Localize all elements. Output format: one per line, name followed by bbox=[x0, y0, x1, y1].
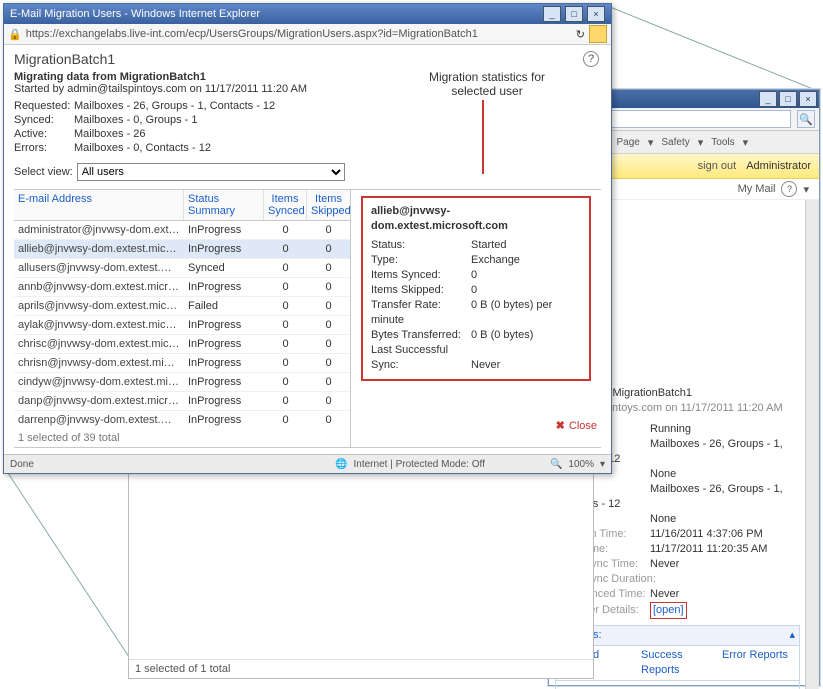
globe-icon: 🌐 bbox=[335, 459, 347, 470]
minimize-button[interactable]: _ bbox=[759, 91, 777, 107]
dialog-title: E-Mail Migration Users - Windows Interne… bbox=[10, 8, 260, 20]
table-row[interactable]: darrenp@jnvwsy-dom.extest.microsoft.comI… bbox=[14, 411, 350, 429]
rep-error[interactable]: Error Reports bbox=[718, 646, 799, 680]
summary-stats: Requested:Mailboxes - 26, Groups - 1, Co… bbox=[14, 99, 601, 155]
col-email[interactable]: E-mail Address bbox=[14, 190, 184, 220]
user-detail-box: allieb@jnvwsy-dom.extest.microsoft.com S… bbox=[361, 196, 591, 381]
col-summary[interactable]: Status Summary bbox=[184, 190, 264, 220]
fragment-selection: 1 selected of 1 total bbox=[129, 659, 593, 678]
rep-success[interactable]: Success Reports bbox=[637, 646, 718, 680]
maximize-button[interactable]: □ bbox=[779, 91, 797, 107]
status-done: Done bbox=[4, 459, 270, 470]
col-skipped[interactable]: Items Skipped bbox=[307, 190, 350, 220]
table-row[interactable]: cindyw@jnvwsy-dom.extest.microsoft.comIn… bbox=[14, 373, 350, 392]
address-bar: 🔒 https://exchangelabs.live-int.com/ecp/… bbox=[4, 24, 611, 45]
url-text[interactable]: https://exchangelabs.live-int.com/ecp/Us… bbox=[26, 28, 572, 40]
table-row[interactable]: aprils@jnvwsy-dom.extest.microsoft.comFa… bbox=[14, 297, 350, 316]
collapse-icon[interactable]: ▴ bbox=[789, 628, 795, 643]
menu-safety[interactable]: Safety bbox=[661, 137, 689, 148]
status-zoom: 100% bbox=[568, 459, 594, 470]
dlg-max-button[interactable]: □ bbox=[565, 6, 583, 22]
mymail-link[interactable]: My Mail bbox=[738, 183, 776, 195]
table-row[interactable]: danp@jnvwsy-dom.extest.microsoft.comInPr… bbox=[14, 392, 350, 411]
callout-line bbox=[482, 100, 484, 174]
select-view-label: Select view: bbox=[14, 166, 73, 178]
scrollbar[interactable] bbox=[805, 200, 819, 689]
table-row[interactable]: administrator@jnvwsy-dom.extest.microsof… bbox=[14, 221, 350, 240]
user-label: Administrator bbox=[746, 160, 811, 172]
detail-title: allieb@jnvwsy-dom.extest.microsoft.com bbox=[371, 204, 581, 234]
reports-empty: There are no items to show in this view. bbox=[556, 681, 799, 689]
dlg-min-button[interactable]: _ bbox=[543, 6, 561, 22]
dialog-titlebar[interactable]: E-Mail Migration Users - Windows Interne… bbox=[4, 4, 611, 24]
status-zone: Internet | Protected Mode: Off bbox=[354, 459, 485, 470]
select-view-dropdown[interactable]: All users bbox=[77, 163, 345, 181]
close-window-button[interactable]: × bbox=[799, 91, 817, 107]
close-link[interactable]: ✖Close bbox=[556, 419, 597, 432]
table-row[interactable]: allieb@jnvwsy-dom.extest.microsoft.comIn… bbox=[14, 240, 350, 259]
ie-statusbar: Done 🌐 Internet | Protected Mode: Off 🔍 10… bbox=[4, 454, 611, 473]
menu-tools[interactable]: Tools bbox=[711, 137, 734, 148]
signout-link[interactable]: sign out bbox=[698, 160, 737, 172]
table-row[interactable]: allusers@jnvwsy-dom.extest.microsoft.com… bbox=[14, 259, 350, 278]
table-row[interactable]: chrisn@jnvwsy-dom.extest.microsoft.comIn… bbox=[14, 354, 350, 373]
zoomed-fragment: 1 selected of 1 total bbox=[128, 471, 594, 679]
menu-page[interactable]: Page bbox=[617, 137, 640, 148]
close-icon: ✖ bbox=[556, 419, 565, 432]
dlg-close-button[interactable]: × bbox=[587, 6, 605, 22]
per-user-open-link[interactable]: [open] bbox=[650, 602, 687, 619]
padlock-icon bbox=[589, 25, 607, 43]
table-row[interactable]: annb@jnvwsy-dom.extest.microsoft.comInPr… bbox=[14, 278, 350, 297]
callout-label: Migration statistics for selected user bbox=[422, 70, 552, 98]
col-synced[interactable]: Items Synced bbox=[264, 190, 307, 220]
search-icon[interactable]: 🔍 bbox=[797, 110, 815, 128]
lock-icon: 🔒 bbox=[8, 28, 22, 41]
users-grid: E-mail Address Status Summary Items Sync… bbox=[14, 190, 351, 447]
refresh-icon[interactable]: ↻ bbox=[576, 28, 585, 41]
grid-footer: 1 selected of 39 total bbox=[14, 429, 350, 447]
page-title: MigrationBatch1 bbox=[14, 51, 601, 67]
dialog-help-icon[interactable]: ? bbox=[583, 51, 599, 67]
table-row[interactable]: chrisc@jnvwsy-dom.extest.microsoft.comIn… bbox=[14, 335, 350, 354]
migration-users-dialog: E-Mail Migration Users - Windows Interne… bbox=[3, 3, 612, 474]
zoom-icon[interactable]: 🔍 bbox=[550, 459, 562, 470]
table-row[interactable]: aylak@jnvwsy-dom.extest.microsoft.comInP… bbox=[14, 316, 350, 335]
help-icon[interactable]: ? bbox=[781, 181, 797, 197]
